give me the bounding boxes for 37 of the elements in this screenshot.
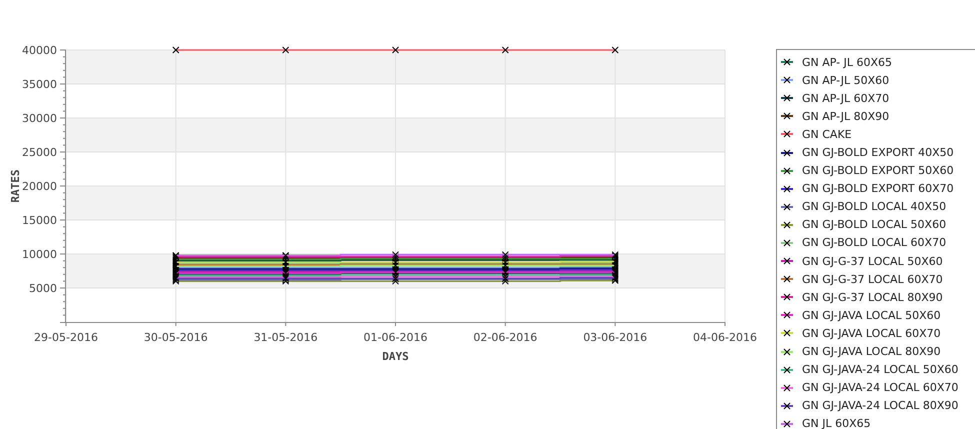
legend-label: GN AP- JL 60X65	[802, 56, 892, 69]
legend-label: GN GJ-JAVA-24 LOCAL 60X70	[802, 381, 958, 394]
y-tick-label: 35000	[22, 78, 57, 91]
x-tick-label: 01-06-2016	[364, 331, 428, 344]
y-tick-label: 25000	[22, 146, 57, 159]
legend-label: GN GJ-JAVA LOCAL 50X60	[802, 308, 941, 322]
legend-label: GN GJ-BOLD LOCAL 40X50	[802, 200, 946, 214]
x-tick-label: 02-06-2016	[473, 331, 538, 344]
x-tick-label: 04-06-2016	[693, 331, 757, 344]
x-axis-title: DAYS	[382, 350, 409, 363]
legend-label: GN GJ-JAVA-24 LOCAL 80X90	[802, 399, 958, 412]
x-tick-label: 03-06-2016	[583, 331, 648, 344]
y-axis-title: RATES	[9, 169, 22, 203]
legend-label: GN GJ-BOLD EXPORT 60X70	[802, 182, 954, 196]
legend-label: GN AP-JL 50X60	[802, 74, 890, 87]
legend-label: GN GJ-BOLD LOCAL 60X70	[802, 236, 946, 250]
legend-label: GN CAKE	[802, 128, 852, 141]
x-tick-label: 31-05-2016	[254, 331, 318, 344]
legend-label: GN GJ-BOLD LOCAL 50X60	[802, 218, 946, 232]
legend-label: GN GJ-BOLD EXPORT 40X50	[802, 146, 954, 160]
legend-label: GN AP-JL 80X90	[802, 110, 890, 123]
legend-label: GN GJ-JAVA LOCAL 80X90	[802, 345, 941, 358]
y-tick-label: 5000	[29, 282, 57, 295]
legend-label: GN GJ-G-37 LOCAL 60X70	[802, 272, 943, 286]
y-tick-label: 40000	[22, 44, 57, 57]
y-tick-label: 30000	[22, 112, 57, 125]
legend-label: GN GJ-JAVA LOCAL 60X70	[802, 326, 941, 340]
y-tick-label: 20000	[22, 180, 57, 193]
y-tick-label: 15000	[22, 214, 57, 227]
legend-label: GN AP-JL 60X70	[802, 92, 890, 105]
y-tick-label: 10000	[22, 248, 57, 261]
legend-label: GN GJ-BOLD EXPORT 50X60	[802, 164, 954, 178]
x-tick-label: 30-05-2016	[144, 331, 208, 344]
legend-label: GN GJ-G-37 LOCAL 80X90	[802, 290, 943, 304]
x-tick-label: 29-05-2016	[34, 331, 98, 344]
legend-label: GN GJ-G-37 LOCAL 50X60	[802, 254, 943, 268]
legend-label: GN GJ-JAVA-24 LOCAL 50X60	[802, 363, 958, 376]
